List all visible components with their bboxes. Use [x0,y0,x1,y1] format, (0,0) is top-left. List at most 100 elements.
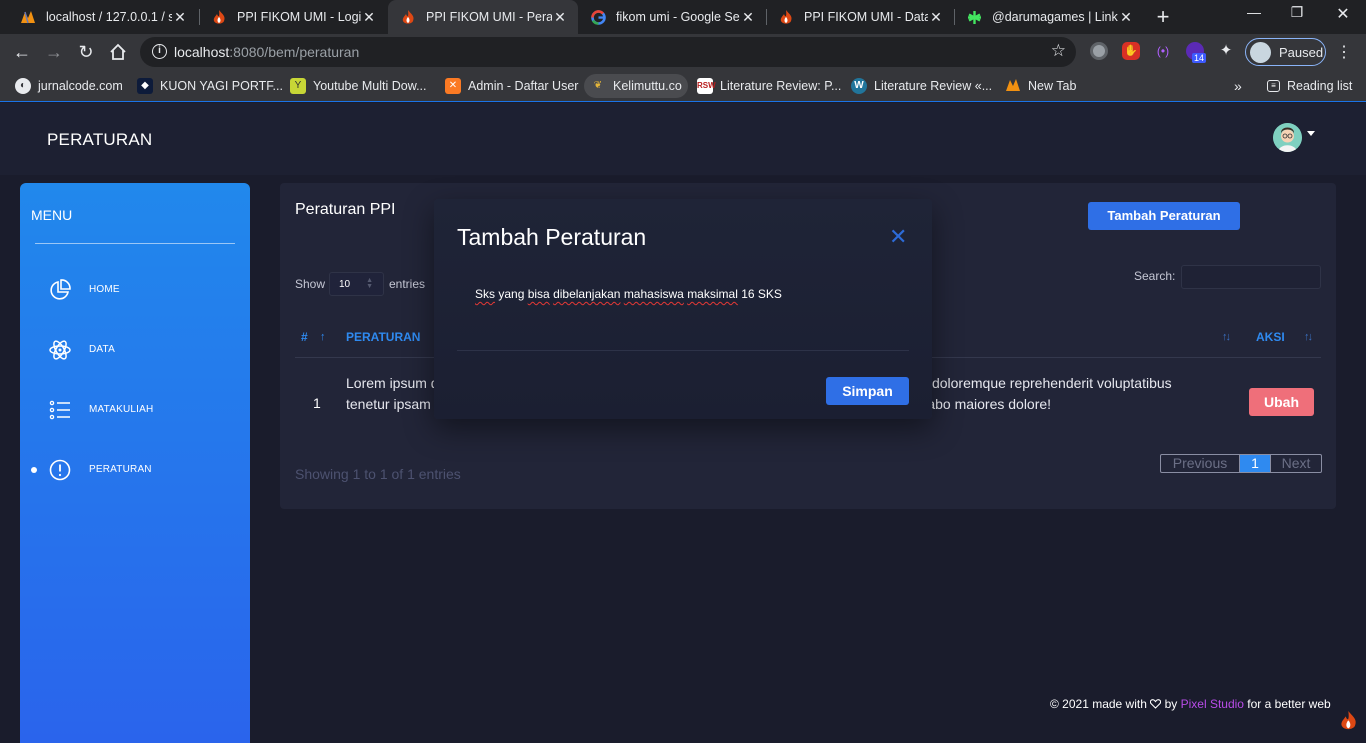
tab-close-icon[interactable]: ✕ [552,9,568,26]
close-window-icon[interactable]: ✕ [1323,4,1363,24]
sort-icon[interactable]: ↑↓ [1222,331,1231,343]
sidebar: MENU HOME DATA MATAKULIAH PERATURAN [20,183,250,743]
app-header: PERATURAN [0,103,1366,175]
edit-button[interactable]: Ubah [1249,388,1314,416]
table-info: Showing 1 to 1 of 1 entries [295,466,461,482]
tab-close-icon[interactable]: ✕ [1118,9,1134,26]
tab-title: PPI FIKOM UMI - Peratu [426,10,552,24]
tambah-peraturan-modal: Tambah Peraturan ✕ Sks yang bisa dibelan… [434,199,932,419]
tab-close-icon[interactable]: ✕ [928,9,944,26]
rsw-icon: RSW [697,78,716,94]
portfolio-icon: ◆ [137,78,153,94]
search-input[interactable] [1181,265,1321,289]
column-header-aksi[interactable]: AKSI [1256,330,1285,344]
more-menu-icon[interactable]: ⋮ [1336,42,1352,62]
home-icon[interactable] [106,40,130,64]
linktree-icon [966,9,982,25]
reading-list-button[interactable]: ≡ Reading list [1267,77,1352,95]
codeigniter-icon [211,9,227,25]
user-avatar[interactable] [1273,123,1302,152]
show-label: Show [295,277,326,291]
bookmark-item[interactable]: New Tab [1005,77,1076,95]
pagination-previous[interactable]: Previous [1161,455,1240,472]
tab-title: PPI FIKOM UMI - Login [237,10,361,24]
sidebar-item-label: MATAKULIAH [89,404,154,415]
pagination-next[interactable]: Next [1270,455,1321,472]
bookmark-item[interactable]: ❦ Kelimuttu.co [584,74,688,98]
new-tab-button[interactable]: + [1150,4,1176,30]
minimize-icon[interactable]: — [1234,4,1274,20]
bookmark-item[interactable]: W Literature Review «... [851,77,992,95]
bookmark-item[interactable]: ◐ jurnalcode.com [15,77,123,95]
footer: © 2021 made with by Pixel Studio for a b… [1050,697,1331,711]
close-icon[interactable]: ✕ [889,226,907,248]
app-page: PERATURAN MENU HOME DATA MATAKULIAH PERA… [0,103,1366,743]
bookmarks-bar: ◐ jurnalcode.com ◆ KUON YAGI PORTF... Y You… [0,70,1366,102]
active-indicator [31,467,37,473]
forward-icon[interactable]: → [42,40,66,64]
codeigniter-icon [400,9,416,25]
phpmyadmin-icon [1005,78,1021,94]
sidebar-item-data[interactable]: DATA [20,330,250,370]
profile-button[interactable]: Paused [1245,38,1326,66]
list-icon [48,398,72,422]
bookmark-item[interactable]: ✕ Admin - Daftar User [445,77,578,95]
save-button[interactable]: Simpan [826,377,909,405]
google-icon [590,9,606,25]
tab-close-icon[interactable]: ✕ [172,9,188,26]
puzzle-icon[interactable]: ✦ [1217,42,1235,60]
browser-tab[interactable]: PPI FIKOM UMI - Login ✕ [199,0,387,34]
codeigniter-icon [1340,711,1358,731]
tab-close-icon[interactable]: ✕ [740,9,756,26]
sort-asc-icon[interactable]: ↑ [320,331,325,343]
extension-icon[interactable] [1090,42,1108,60]
column-header-no[interactable]: # [301,330,308,344]
browser-tab-active[interactable]: PPI FIKOM UMI - Peratu ✕ [388,0,578,34]
restore-icon[interactable]: ❐ [1277,4,1317,21]
bookmark-item[interactable]: Y Youtube Multi Dow... [290,77,427,95]
pagination-page[interactable]: 1 [1240,455,1270,472]
sidebar-item-label: DATA [89,344,115,355]
sidebar-item-peraturan[interactable]: PERATURAN [20,450,250,490]
column-header-peraturan[interactable]: PERATURAN [346,330,420,344]
address-bar[interactable]: i localhost:8080/bem/peraturan ☆ [140,37,1076,67]
sidebar-item-label: PERATURAN [89,464,152,475]
browser-tab[interactable]: PPI FIKOM UMI - Data ✕ [766,0,954,34]
site-info-icon[interactable]: i [152,44,167,59]
codeigniter-icon [778,9,794,25]
sidebar-item-home[interactable]: HOME [20,270,250,310]
reload-icon[interactable]: ↻ [74,40,98,64]
bookmark-item[interactable]: ◆ KUON YAGI PORTF... [137,77,283,95]
row-number: 1 [313,395,321,411]
atom-icon [48,338,72,362]
tab-close-icon[interactable]: ✕ [361,9,377,26]
globe-icon: ◐ [15,78,31,94]
adblock-icon[interactable]: ✋ [1122,42,1140,60]
browser-tab[interactable]: localhost / 127.0.0.1 / s ✕ [8,0,198,34]
browser-tab[interactable]: fikom umi - Google Sea ✕ [578,0,766,34]
select-arrows-icon: ▲ ▼ [366,277,373,290]
add-peraturan-button[interactable]: Tambah Peraturan [1088,202,1240,230]
more-bookmarks-icon[interactable]: » [1234,77,1242,95]
browser-tab[interactable]: @darumagames | Linkt ✕ [954,0,1144,34]
heart-icon [1150,698,1162,709]
back-icon[interactable]: ← [10,40,34,64]
extension-icon[interactable]: (•) [1154,42,1172,60]
sidebar-item-label: HOME [89,284,120,295]
bookmark-star-icon[interactable]: ☆ [1051,41,1066,61]
alert-circle-icon [48,458,72,482]
sidebar-divider [35,243,235,244]
modal-divider [457,350,909,351]
wordpress-icon: W [851,78,867,94]
tab-title: localhost / 127.0.0.1 / s [46,10,172,24]
sidebar-item-matakuliah[interactable]: MATAKULIAH [20,390,250,430]
tab-title: @darumagames | Linkt [992,10,1118,24]
footer-brand-link[interactable]: Pixel Studio [1181,697,1244,711]
search-label: Search: [1134,269,1176,283]
tab-title: PPI FIKOM UMI - Data [804,10,928,24]
bookmark-item[interactable]: RSW Literature Review: P... [697,77,841,95]
entries-select[interactable]: 10 ▲ ▼ [329,272,384,296]
sort-icon[interactable]: ↑↓ [1304,331,1313,343]
peraturan-textarea[interactable]: Sks yang bisa dibelanjakan mahasiswa mak… [475,287,782,301]
user-menu-caret-icon[interactable] [1307,131,1315,136]
